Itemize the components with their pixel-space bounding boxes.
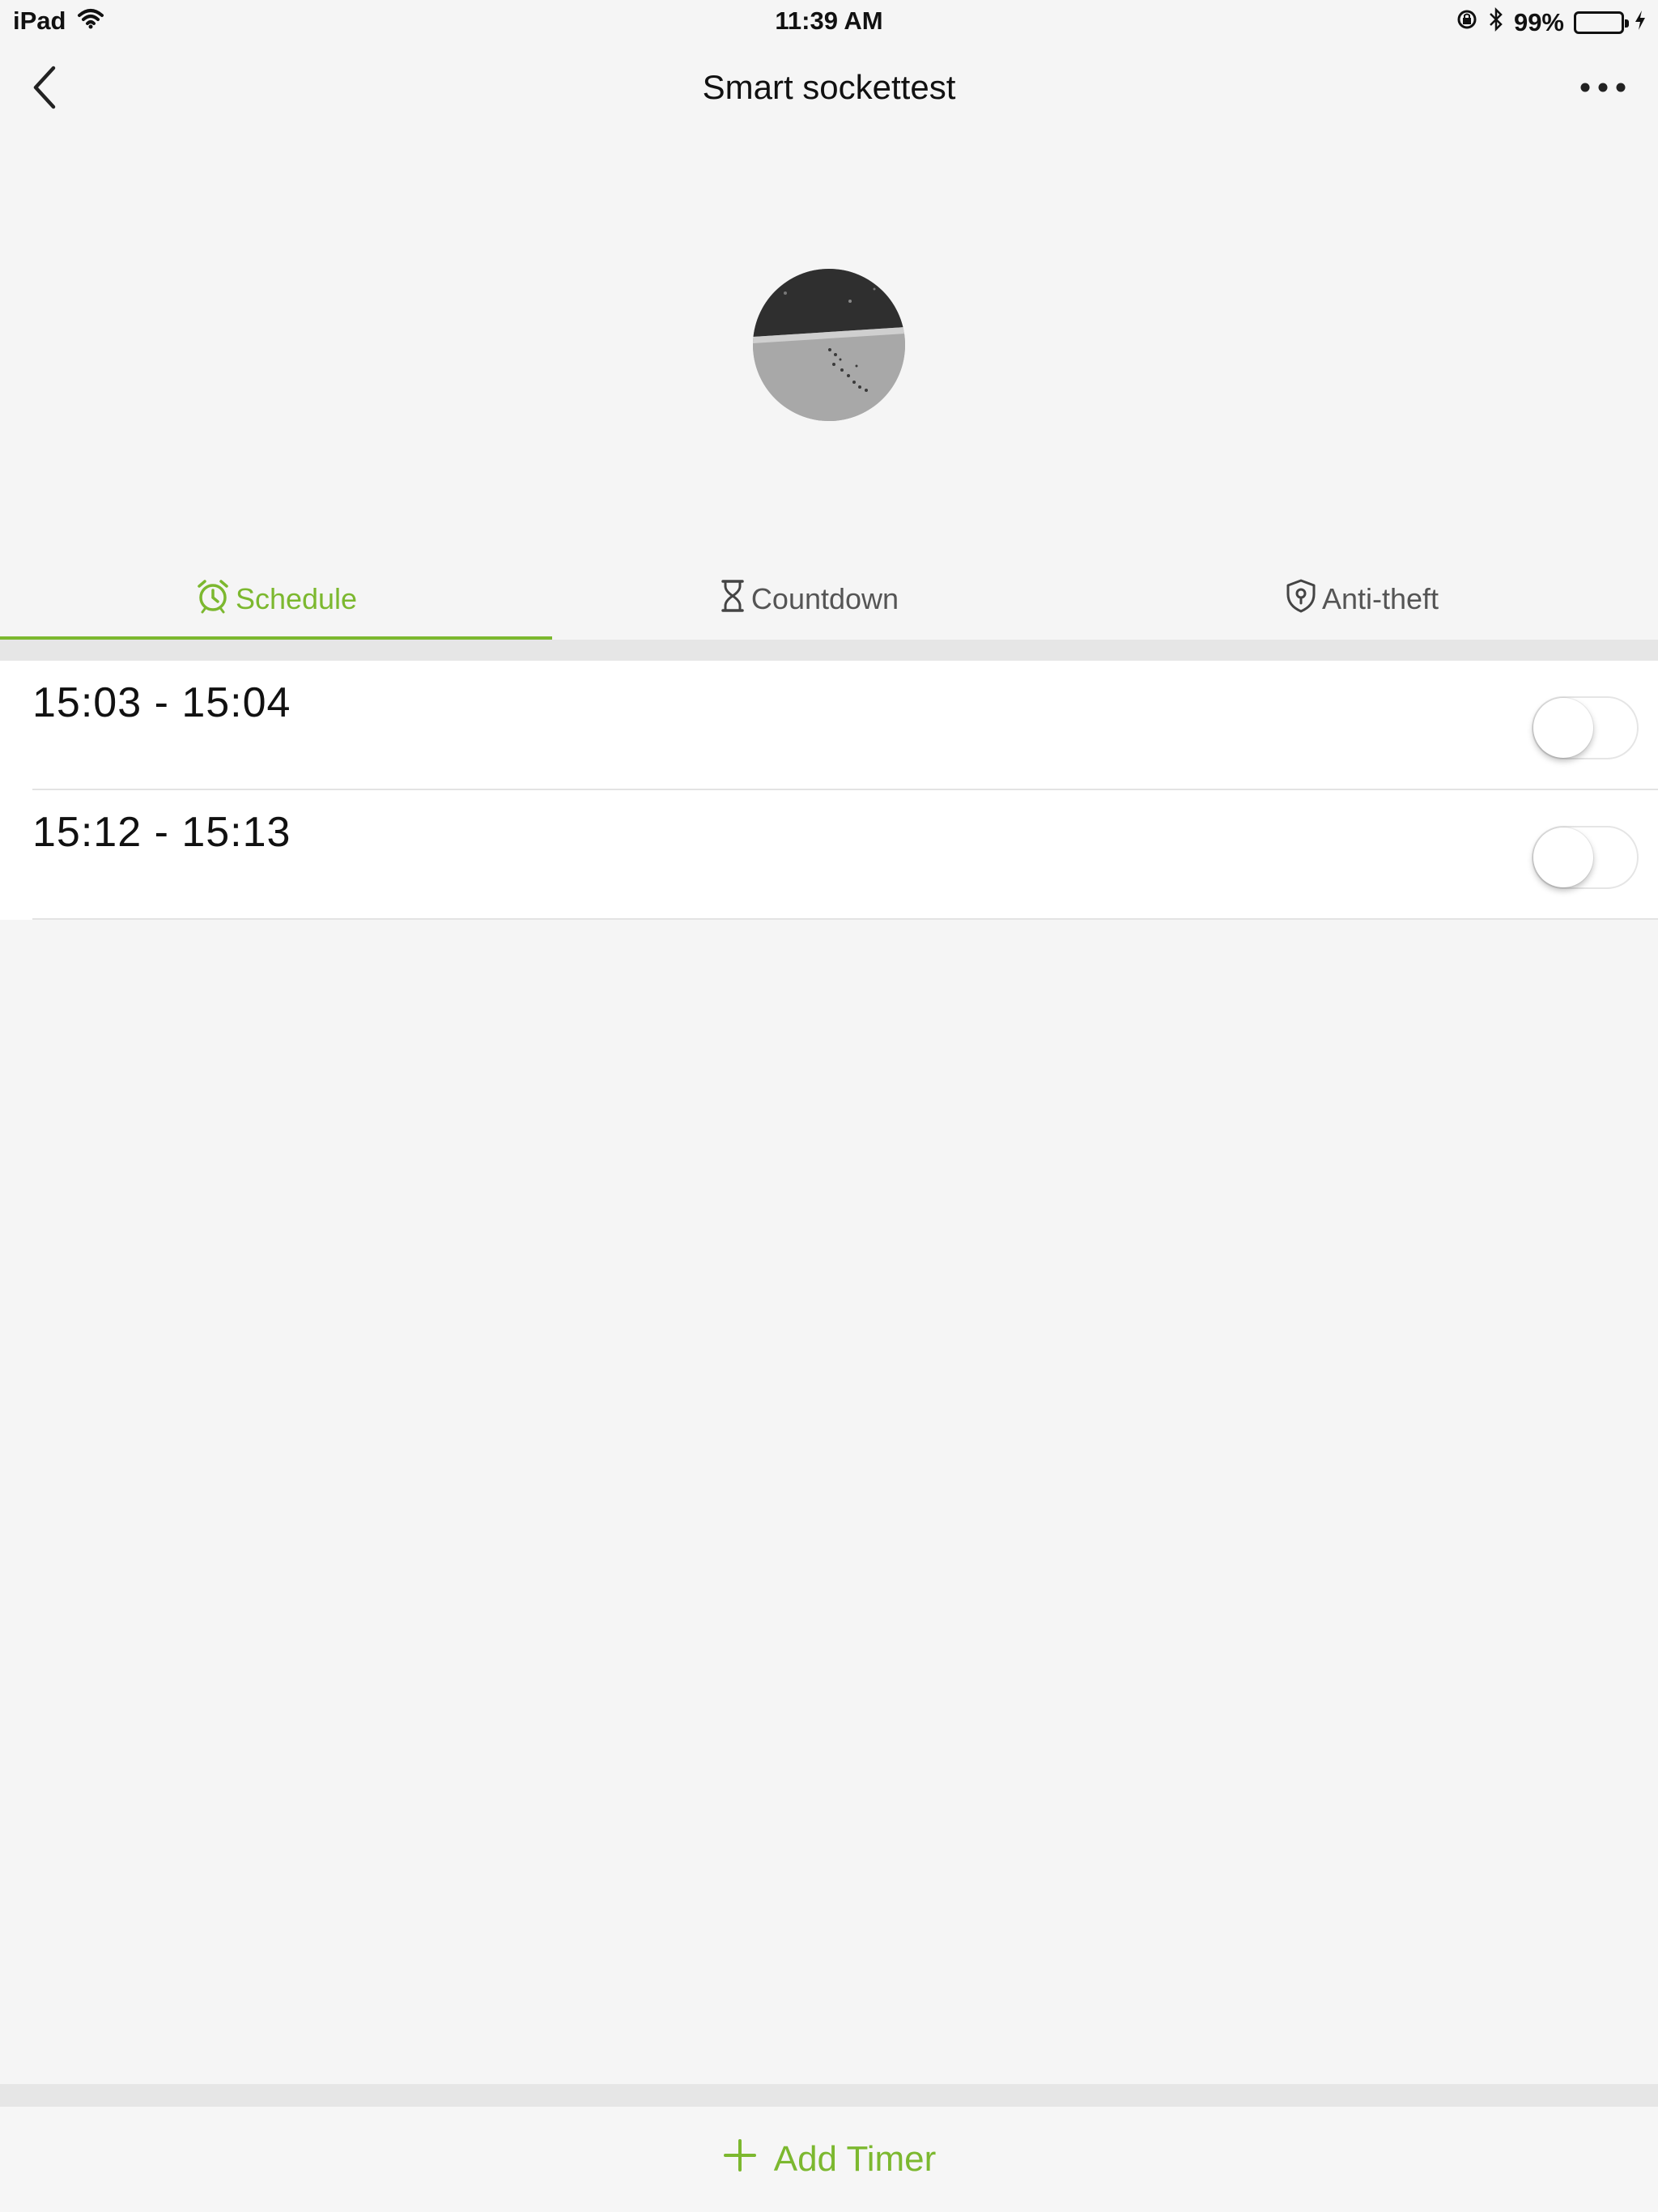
tab-countdown-label: Countdown bbox=[750, 582, 899, 615]
hourglass-icon bbox=[719, 578, 746, 621]
add-timer-label: Add Timer bbox=[773, 2139, 937, 2179]
timer-row[interactable]: 15:03 - 15:04 bbox=[0, 661, 1658, 790]
timer-time-range: 15:03 - 15:04 bbox=[32, 679, 291, 726]
bluetooth-icon bbox=[1488, 6, 1504, 39]
footer-divider bbox=[0, 2084, 1658, 2107]
device-avatar[interactable] bbox=[753, 269, 905, 421]
timer-toggle[interactable] bbox=[1532, 826, 1639, 889]
tab-schedule[interactable]: Schedule bbox=[0, 559, 552, 640]
tab-schedule-label: Schedule bbox=[235, 582, 358, 615]
screen: iPad 11:39 AM 99% Smart sockettest Sched… bbox=[0, 0, 1658, 2212]
device-photo bbox=[753, 269, 905, 421]
tab-countdown[interactable]: Countdown bbox=[552, 559, 1065, 640]
status-right: 99% bbox=[1456, 6, 1647, 39]
battery-icon bbox=[1574, 11, 1629, 34]
tab-anti-theft[interactable]: Anti-theft bbox=[1065, 559, 1658, 640]
section-divider bbox=[0, 640, 1658, 661]
toggle-knob bbox=[1533, 698, 1593, 758]
tab-bar: Schedule Countdown Anti-theft bbox=[0, 559, 1658, 640]
page-title: Smart sockettest bbox=[702, 68, 956, 106]
charging-icon bbox=[1634, 8, 1647, 37]
battery-percent: 99% bbox=[1513, 8, 1564, 36]
shield-icon bbox=[1285, 578, 1317, 621]
more-button[interactable] bbox=[1572, 65, 1634, 113]
alarm-clock-icon bbox=[195, 578, 231, 621]
timer-row[interactable]: 15:12 - 15:13 bbox=[0, 790, 1658, 920]
toggle-knob bbox=[1533, 827, 1593, 887]
more-horizontal-icon bbox=[1579, 82, 1627, 97]
add-timer-button[interactable]: Add Timer bbox=[0, 2107, 1658, 2212]
plus-icon bbox=[722, 2138, 758, 2182]
status-bar: iPad 11:39 AM 99% bbox=[0, 0, 1658, 45]
orientation-lock-icon bbox=[1456, 8, 1478, 37]
timer-time-range: 15:12 - 15:13 bbox=[32, 809, 291, 856]
timer-toggle[interactable] bbox=[1532, 696, 1639, 759]
row-separator bbox=[32, 918, 1658, 920]
status-time: 11:39 AM bbox=[775, 6, 883, 35]
nav-bar: Smart sockettest bbox=[0, 45, 1658, 134]
tab-anti-theft-label: Anti-theft bbox=[1321, 582, 1439, 615]
timer-list: 15:03 - 15:04 15:12 - 15:13 bbox=[0, 661, 1658, 920]
